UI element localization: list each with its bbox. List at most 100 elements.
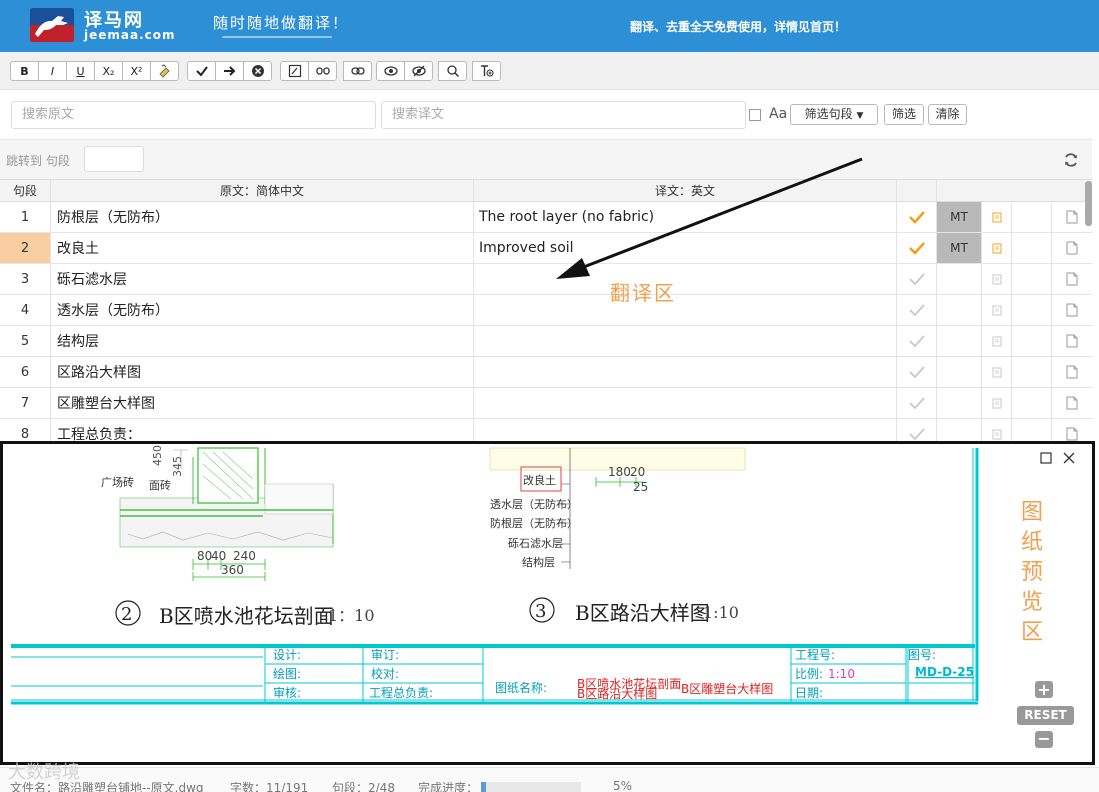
source-cell[interactable]: 区雕塑台大样图 xyxy=(51,388,474,418)
filter-button[interactable]: 筛选 xyxy=(884,104,924,125)
document-cell[interactable] xyxy=(1052,357,1092,387)
table-scrollbar[interactable] xyxy=(1085,181,1092,226)
note-cell[interactable] xyxy=(982,202,1012,232)
tb-review: 审核: xyxy=(273,685,301,700)
cad-drawing[interactable]: 450 345 广场砖 面砖 80 40 240 360 改良土 透水层（无防布… xyxy=(3,444,1003,764)
header-source: 原文：简体中文 xyxy=(51,180,474,201)
mt-cell[interactable] xyxy=(937,357,982,387)
special-char-button[interactable] xyxy=(472,61,501,81)
note-cell[interactable] xyxy=(982,357,1012,387)
note-cell[interactable] xyxy=(982,419,1012,441)
table-row[interactable]: 7 区雕塑台大样图 xyxy=(0,388,1092,419)
clear-button[interactable]: 清除 xyxy=(928,104,967,125)
mt-cell[interactable] xyxy=(937,264,982,294)
cancel-button[interactable] xyxy=(243,61,272,81)
note-icon xyxy=(992,429,1001,439)
show-tags-button[interactable] xyxy=(376,61,405,81)
target-cell[interactable] xyxy=(474,295,897,325)
jump-input[interactable] xyxy=(84,146,144,172)
source-search-input[interactable]: 搜索原文 xyxy=(11,101,376,129)
mt-cell[interactable] xyxy=(937,388,982,418)
mt-cell[interactable]: MT xyxy=(937,202,982,232)
mt-cell[interactable]: MT xyxy=(937,233,982,263)
document-cell[interactable] xyxy=(1052,233,1092,263)
note-cell[interactable] xyxy=(982,295,1012,325)
note-cell[interactable] xyxy=(982,388,1012,418)
find-button[interactable] xyxy=(438,61,467,81)
table-row[interactable]: 5 结构层 xyxy=(0,326,1092,357)
unlink-button[interactable] xyxy=(308,61,337,81)
tb-drawing-name-label: 图纸名称: xyxy=(495,680,547,695)
target-cell[interactable] xyxy=(474,419,897,441)
target-cell[interactable] xyxy=(474,326,897,356)
underline-button[interactable]: U xyxy=(66,61,95,81)
edit-box-button[interactable] xyxy=(280,61,309,81)
case-sensitive-checkbox[interactable] xyxy=(749,109,761,121)
confirm-cell[interactable] xyxy=(897,264,937,294)
zoom-out-button[interactable]: − xyxy=(1035,731,1053,748)
table-row[interactable]: 4 透水层（无防布） xyxy=(0,295,1092,326)
confirm-button[interactable] xyxy=(187,61,216,81)
target-search-input[interactable]: 搜索译文 xyxy=(381,101,746,129)
confirm-cell[interactable] xyxy=(897,233,937,263)
source-cell[interactable]: 区路沿大样图 xyxy=(51,357,474,387)
next-button[interactable] xyxy=(215,61,244,81)
mt-cell[interactable] xyxy=(937,419,982,441)
confirm-cell[interactable] xyxy=(897,419,937,441)
subscript-button[interactable]: X₂ xyxy=(94,61,123,81)
zoom-in-button[interactable]: + xyxy=(1035,681,1053,698)
document-cell[interactable] xyxy=(1052,264,1092,294)
header-notice[interactable]: 翻译、去重全天免费使用，详情见首页！ xyxy=(630,18,846,35)
row-number[interactable]: 8 xyxy=(0,419,51,441)
mt-cell[interactable] xyxy=(937,295,982,325)
row-number[interactable]: 4 xyxy=(0,295,51,325)
note-cell[interactable] xyxy=(982,233,1012,263)
document-cell[interactable] xyxy=(1052,326,1092,356)
eye-slash-icon xyxy=(411,65,426,77)
source-cell[interactable]: 改良土 xyxy=(51,233,474,263)
row-number[interactable]: 6 xyxy=(0,357,51,387)
logo-horse-icon[interactable] xyxy=(30,8,74,42)
refresh-icon[interactable] xyxy=(1063,152,1079,168)
superscript-button[interactable]: X² xyxy=(122,61,151,81)
filter-segment-select[interactable]: 筛选句段 ▼ xyxy=(790,104,878,125)
confirm-cell[interactable] xyxy=(897,295,937,325)
drawing-preview-panel: 450 345 广场砖 面砖 80 40 240 360 改良土 透水层（无防布… xyxy=(0,441,1095,765)
confirm-cell[interactable] xyxy=(897,202,937,232)
source-cell[interactable]: 防根层（无防布） xyxy=(51,202,474,232)
bold-icon: B xyxy=(20,64,29,78)
row-number[interactable]: 7 xyxy=(0,388,51,418)
hide-tags-button[interactable] xyxy=(404,61,433,81)
target-cell[interactable] xyxy=(474,388,897,418)
maximize-icon[interactable] xyxy=(1040,452,1052,464)
note-cell[interactable] xyxy=(982,264,1012,294)
document-cell[interactable] xyxy=(1052,388,1092,418)
document-cell[interactable] xyxy=(1052,419,1092,441)
note-cell[interactable] xyxy=(982,326,1012,356)
source-cell[interactable]: 透水层（无防布） xyxy=(51,295,474,325)
confirm-cell[interactable] xyxy=(897,357,937,387)
row-number[interactable]: 2 xyxy=(0,233,51,263)
target-cell[interactable] xyxy=(474,357,897,387)
clear-format-button[interactable] xyxy=(150,61,179,81)
link-button[interactable] xyxy=(343,61,372,81)
source-cell[interactable]: 工程总负责： xyxy=(51,419,474,441)
row-number[interactable]: 1 xyxy=(0,202,51,232)
close-icon[interactable] xyxy=(1062,451,1076,465)
tb-drawing-no: MD-D-25 xyxy=(915,665,974,679)
table-row[interactable]: 8 工程总负责： xyxy=(0,419,1092,441)
confirm-cell[interactable] xyxy=(897,388,937,418)
source-cell[interactable]: 结构层 xyxy=(51,326,474,356)
source-cell[interactable]: 砾石滤水层 xyxy=(51,264,474,294)
table-row[interactable]: 6 区路沿大样图 xyxy=(0,357,1092,388)
zoom-reset-button[interactable]: RESET xyxy=(1017,706,1074,725)
italic-button[interactable]: I xyxy=(38,61,67,81)
document-cell[interactable] xyxy=(1052,295,1092,325)
confirm-cell[interactable] xyxy=(897,326,937,356)
checkmark-icon xyxy=(908,304,925,317)
mt-cell[interactable] xyxy=(937,326,982,356)
bold-button[interactable]: B xyxy=(10,61,39,81)
tb-drawing-by: 绘图: xyxy=(273,666,301,681)
row-number[interactable]: 5 xyxy=(0,326,51,356)
row-number[interactable]: 3 xyxy=(0,264,51,294)
